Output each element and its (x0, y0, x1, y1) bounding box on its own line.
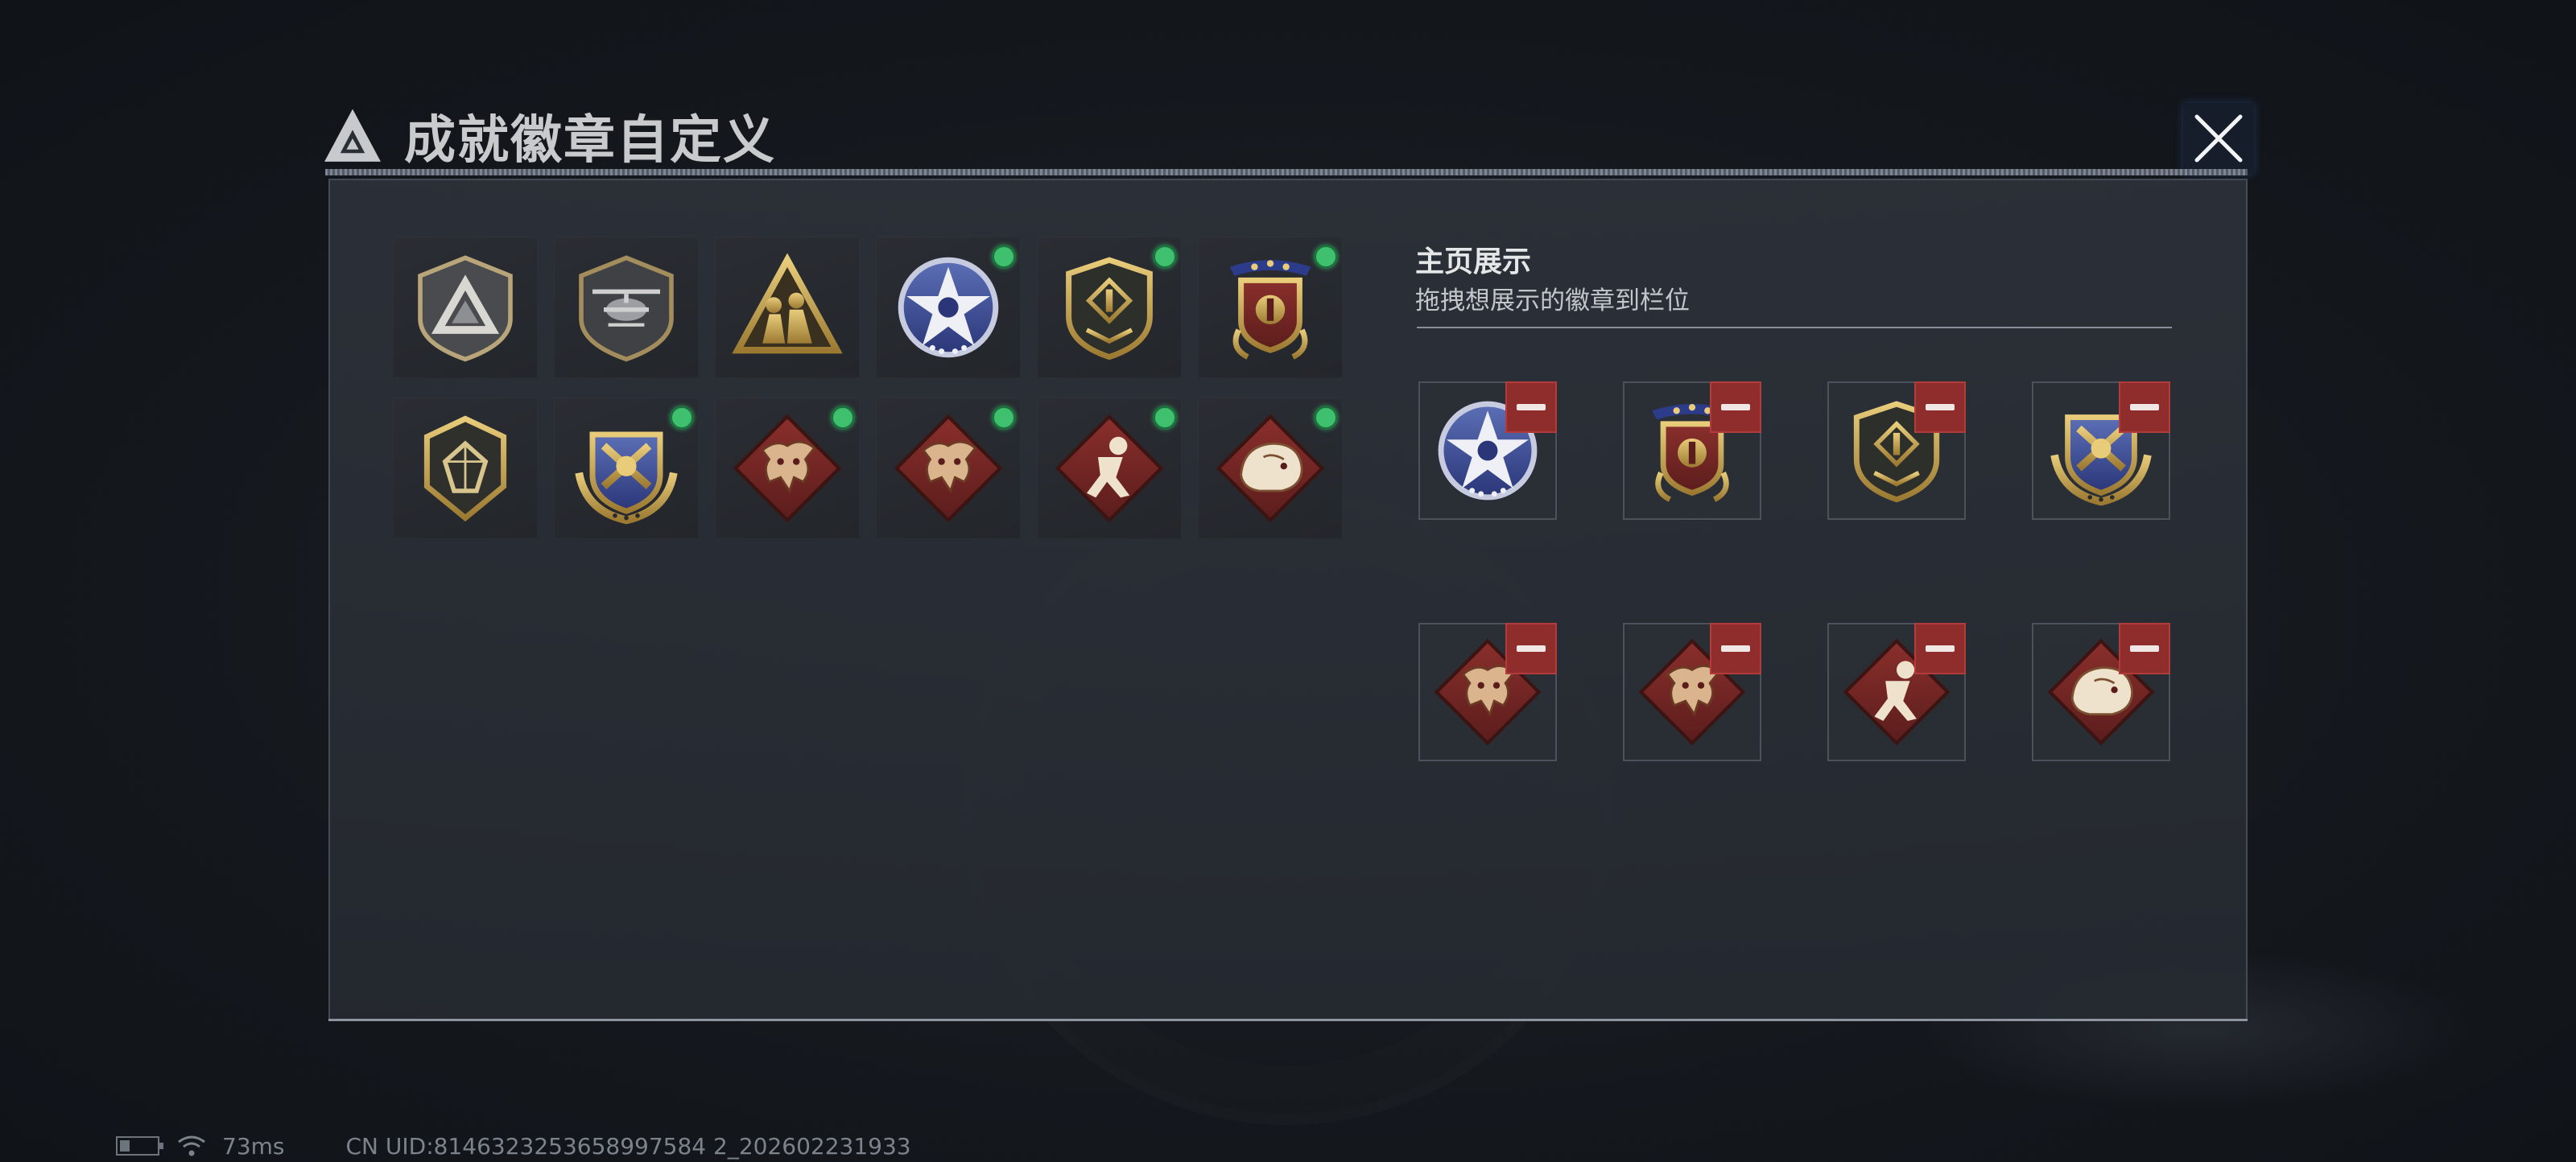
showcase-slot[interactable] (1418, 623, 1557, 761)
remove-badge-button[interactable] (1710, 623, 1761, 674)
badge-cell[interactable] (876, 237, 1021, 378)
remove-badge-button[interactable] (1914, 623, 1966, 674)
remove-badge-button[interactable] (1505, 381, 1557, 433)
equipped-indicator (1314, 245, 1338, 269)
showcase-slot[interactable] (1827, 623, 1966, 761)
equipped-indicator (992, 245, 1016, 269)
remove-badge-button[interactable] (2119, 381, 2170, 433)
helicopter-shield-icon (570, 251, 683, 364)
equipped-indicator (831, 406, 855, 430)
minus-icon (1926, 645, 1955, 652)
close-button[interactable] (2183, 103, 2254, 174)
delta-logo-icon (324, 109, 381, 162)
dark-gem-shield-icon (409, 412, 522, 525)
equipped-indicator (1314, 406, 1338, 430)
showcase-slot[interactable] (1623, 381, 1761, 520)
minus-icon (1721, 645, 1750, 652)
uid-text: CN UID:8146323253658997584 2_20260223193… (345, 1132, 911, 1160)
showcase-slot[interactable] (1827, 381, 1966, 520)
blue-star-badge-icon (892, 251, 1005, 364)
equipped-indicator (992, 406, 1016, 430)
red-dragon-diamond-icon (731, 412, 844, 525)
wifi-icon (178, 1135, 205, 1156)
remove-badge-button[interactable] (1505, 623, 1557, 674)
badge-cell[interactable] (554, 398, 699, 539)
badge-cell[interactable] (554, 237, 699, 378)
showcase-slot[interactable] (2032, 623, 2170, 761)
remove-badge-button[interactable] (2119, 623, 2170, 674)
showcase-divider (1417, 327, 2172, 328)
showcase-title: 主页展示 (1415, 245, 1532, 278)
badge-cell[interactable] (715, 398, 860, 539)
gold-soldiers-triangle-icon (731, 251, 844, 364)
badge-cell[interactable] (876, 398, 1021, 539)
badge-cell[interactable] (1037, 398, 1182, 539)
latency-text: 73ms (222, 1132, 285, 1160)
showcase-slot[interactable] (2032, 381, 2170, 520)
showcase-slot[interactable] (1623, 623, 1761, 761)
minus-icon (1926, 404, 1955, 410)
badge-cell[interactable] (715, 237, 860, 378)
red-gold-stars-emblem-icon (1214, 251, 1327, 364)
panel-bottom-divider (328, 1019, 2248, 1021)
minus-icon (2130, 645, 2159, 652)
minus-icon (2130, 404, 2159, 410)
remove-badge-button[interactable] (1914, 381, 1966, 433)
dialog-title: 成就徽章自定义 (404, 111, 776, 171)
red-soldier-diamond-icon (1053, 412, 1166, 525)
title-divider (325, 169, 2248, 175)
minus-icon (1721, 404, 1750, 410)
close-icon (2194, 114, 2243, 163)
badge-cell[interactable] (1037, 237, 1182, 378)
dark-shield-emblem-icon (1053, 251, 1166, 364)
minus-icon (1517, 404, 1546, 410)
equipped-indicator (670, 406, 694, 430)
red-dragon-diamond-icon (892, 412, 1005, 525)
dialog-header: 成就徽章自定义 (322, 100, 776, 172)
badge-cell[interactable] (393, 398, 538, 539)
showcase-subtitle: 拖拽想展示的徽章到栏位 (1415, 286, 1690, 315)
badge-cell[interactable] (393, 237, 538, 378)
gold-wings-crest-icon (570, 412, 683, 525)
remove-badge-button[interactable] (1710, 381, 1761, 433)
badge-cell[interactable] (1198, 237, 1343, 378)
equipped-indicator (1153, 245, 1177, 269)
status-bar: 73ms CN UID:8146323253658997584 2_202602… (116, 1130, 911, 1162)
badge-cell[interactable] (1198, 398, 1343, 539)
battery-icon (116, 1136, 163, 1156)
equipped-indicator (1153, 406, 1177, 430)
minus-icon (1517, 645, 1546, 652)
gray-triangle-shield-icon (409, 251, 522, 364)
red-beast-diamond-icon (1214, 412, 1327, 525)
showcase-slot[interactable] (1418, 381, 1557, 520)
